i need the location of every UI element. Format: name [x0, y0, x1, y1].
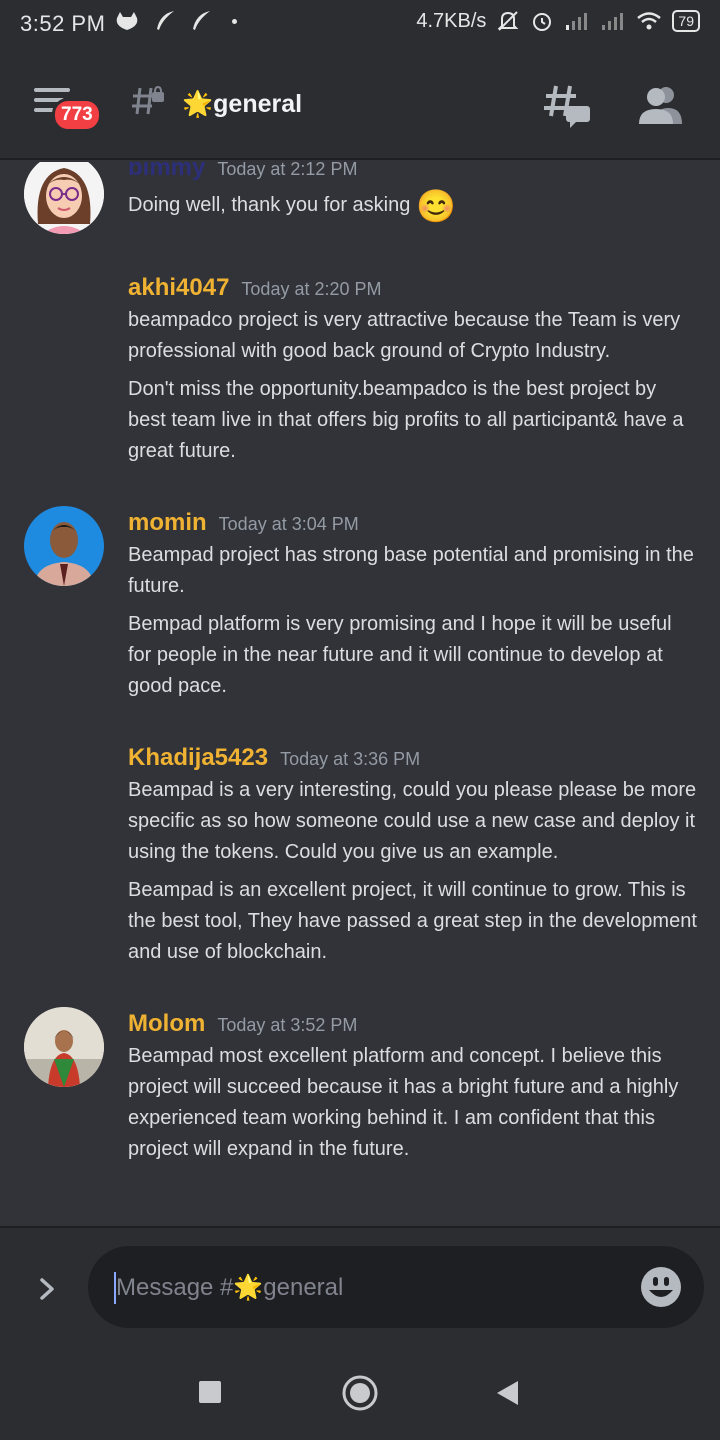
message-timestamp: Today at 3:36 PM: [280, 749, 421, 769]
avatar[interactable]: [24, 162, 104, 234]
woman-photo-avatar: [24, 1007, 104, 1087]
author-name: bimmy: [128, 162, 206, 181]
feather-icon: [193, 11, 210, 30]
author-name: akhi4047: [128, 274, 230, 301]
signal-icon: [566, 13, 588, 30]
message-text: Bempad platform is very promising and I …: [128, 613, 672, 697]
author-name: Molom: [128, 1010, 206, 1037]
net-speed: 4.7KB/s: [416, 9, 487, 32]
message-text: Beampad is a very interesting, could you…: [128, 779, 697, 863]
status-time: 3:52 PM: [20, 11, 106, 36]
system-nav-bar: [0, 1348, 720, 1440]
message-timestamp: Today at 3:52 PM: [217, 1015, 358, 1035]
message-text: beampadco project is very attractive bec…: [128, 309, 681, 362]
message-input[interactable]: Message #🌟general: [88, 1246, 704, 1328]
author-name: Khadija5423: [128, 744, 269, 771]
message-line: Doing well, thank you for asking: [128, 194, 411, 216]
message-timestamp: Today at 3:04 PM: [218, 514, 359, 534]
members-icon[interactable]: [636, 84, 684, 126]
dot-icon: [232, 18, 237, 24]
alarm-icon: [533, 13, 552, 31]
message-placeholder: Message #🌟general: [116, 1274, 344, 1301]
cartoon-girl-avatar: [24, 162, 104, 234]
channel-name: general: [213, 90, 303, 118]
battery-icon: 79: [672, 10, 700, 32]
avatar[interactable]: [24, 1007, 104, 1087]
status-bar: 3:52 PM 4.7KB/s 79: [0, 0, 720, 50]
message-text: Beampad most excellent platform and conc…: [128, 1045, 679, 1160]
channel-title: 🌟general: [182, 90, 302, 119]
notification-icons: [114, 10, 237, 32]
cat-icon: [116, 12, 138, 30]
message-author[interactable]: Molom Today at 3:52 PM: [128, 1010, 357, 1038]
message-author[interactable]: bimmy Today at 2:12 PM: [128, 162, 357, 182]
message-timestamp: Today at 2:12 PM: [217, 162, 358, 179]
signal-icon: [602, 13, 624, 30]
wifi-icon: [637, 12, 662, 30]
message-author[interactable]: momin Today at 3:04 PM: [128, 509, 359, 537]
message-author[interactable]: akhi4047 Today at 2:20 PM: [128, 274, 382, 302]
star-emoji: 🌟: [182, 90, 214, 118]
menu-button[interactable]: 773: [34, 88, 102, 138]
message-list[interactable]: bimmy Today at 2:12 PM Doing well, thank …: [0, 162, 720, 1226]
emoji-icon[interactable]: [640, 1266, 682, 1308]
battery-level: 79: [678, 13, 694, 29]
home-icon[interactable]: [342, 1375, 378, 1411]
message-text: Doing well, thank you for asking 😊: [128, 190, 698, 222]
message-timestamp: Today at 2:20 PM: [241, 279, 382, 299]
composer-bar: Message #🌟general: [0, 1226, 720, 1348]
message-text: Beampad is an excellent project, it will…: [128, 879, 697, 963]
blush-emoji: 😊: [415, 188, 456, 224]
recents-icon[interactable]: [199, 1381, 221, 1403]
threads-icon[interactable]: [542, 82, 592, 130]
unread-badge: 773: [52, 98, 102, 132]
locked-channel-icon: [132, 85, 164, 115]
author-name: momin: [128, 509, 207, 536]
message-text: Don't miss the opportunity.beampadco is …: [128, 378, 684, 462]
avatar[interactable]: [24, 506, 104, 586]
message-text: Beampad project has strong base potentia…: [128, 544, 694, 597]
back-icon[interactable]: [494, 1379, 520, 1407]
channel-header: 773 🌟general: [0, 50, 720, 160]
message-author[interactable]: Khadija5423 Today at 3:36 PM: [128, 744, 420, 772]
system-icons: 4.7KB/s 79: [416, 9, 700, 33]
man-photo-avatar: [24, 506, 104, 586]
mute-icon: [498, 11, 519, 31]
chevron-right-icon[interactable]: [34, 1274, 60, 1304]
feather-icon: [157, 11, 174, 30]
